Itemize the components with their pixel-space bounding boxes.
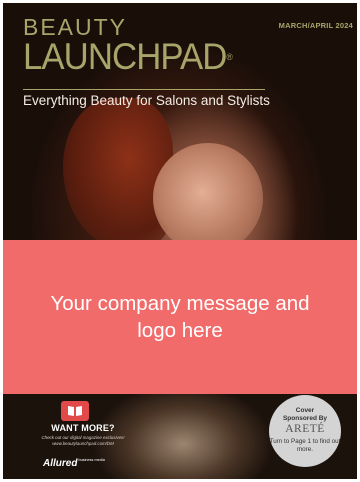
publisher-logo: Alluredbusiness media [43, 458, 105, 469]
banner-message: Your company message and logo here [50, 292, 310, 342]
tagline: Everything Beauty for Salons and Stylist… [23, 93, 270, 108]
magazine-cover: BEAUTY LAUNCHPAD® Everything Beauty for … [3, 3, 357, 479]
registered-mark: ® [226, 52, 232, 62]
cover-photo-hair [63, 98, 173, 248]
sponsor-badge: Cover Sponsored By ARETÉ Turn to Page 1 t… [269, 395, 341, 467]
want-more-text: Check out our digital magazine exclusive… [41, 435, 125, 446]
sponsor-banner: Your company message and logo here [3, 240, 357, 394]
masthead-launchpad: LAUNCHPAD® [23, 36, 233, 77]
issue-date: MARCH/APRIL 2024 [278, 21, 353, 30]
masthead: BEAUTY LAUNCHPAD® [23, 15, 245, 76]
publisher-sub: business media [78, 458, 105, 462]
cover-photo-face [153, 143, 263, 253]
masthead-rule [23, 89, 265, 90]
badge-turn-text: Turn to Page 1 to find out more. [269, 438, 341, 453]
want-more-title: WANT MORE? [51, 423, 115, 433]
badge-cover-text: Cover Sponsored By [269, 407, 341, 422]
badge-line2: Sponsored By [282, 414, 328, 422]
digital-magazine-icon [61, 401, 89, 421]
badge-line1: Cover [295, 407, 315, 414]
publisher-name: Allured [43, 458, 78, 469]
badge-brand: ARETÉ [285, 423, 325, 435]
masthead-launchpad-text: LAUNCHPAD [23, 36, 227, 77]
